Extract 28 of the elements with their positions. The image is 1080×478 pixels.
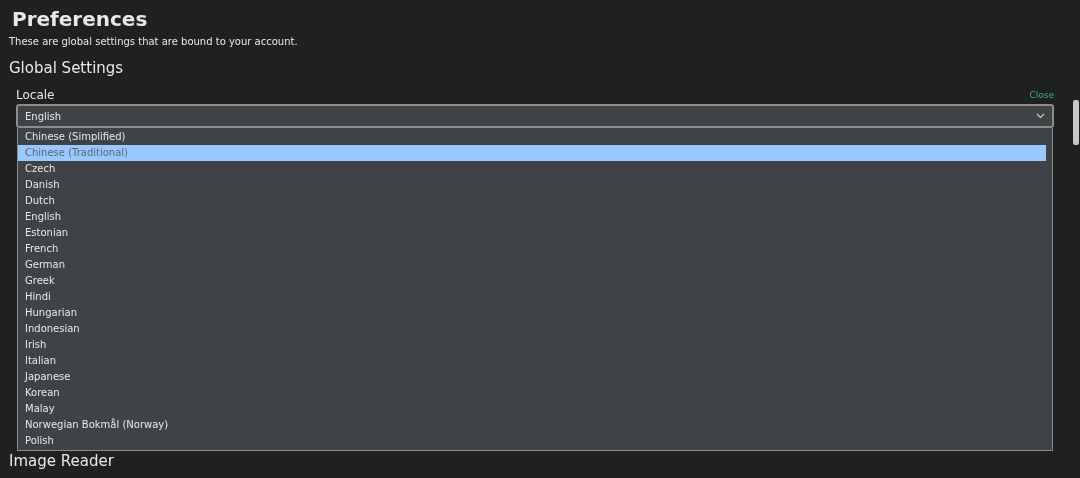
locale-option[interactable]: Malay — [18, 401, 1046, 417]
section-title: Global Settings — [9, 58, 125, 78]
locale-option[interactable]: Hindi — [18, 289, 1046, 305]
page-title: Preferences — [11, 6, 149, 33]
section-title: Image Reader — [9, 452, 115, 470]
locale-select[interactable]: English — [16, 104, 1054, 128]
locale-option[interactable]: Chinese (Simplified) — [18, 129, 1046, 145]
locale-option[interactable]: Danish — [18, 177, 1046, 193]
locale-option[interactable]: Italian — [18, 353, 1046, 369]
scrollbar-thumb[interactable] — [1073, 100, 1079, 145]
locale-option[interactable]: Greek — [18, 273, 1046, 289]
locale-option[interactable]: German — [18, 257, 1046, 273]
locale-option[interactable]: Czech — [18, 161, 1046, 177]
locale-option[interactable]: French — [18, 241, 1046, 257]
locale-option[interactable]: Japanese — [18, 369, 1046, 385]
locale-option[interactable]: Indonesian — [18, 321, 1046, 337]
close-link[interactable]: Close — [1029, 88, 1054, 102]
locale-option[interactable]: Polish — [18, 433, 1046, 449]
locale-option[interactable]: Korean — [18, 385, 1046, 401]
locale-option[interactable]: Norwegian Bokmål (Norway) — [18, 417, 1046, 433]
locale-option[interactable]: Chinese (Traditional) — [18, 145, 1046, 161]
locale-option[interactable]: Dutch — [18, 193, 1046, 209]
locale-option[interactable]: Estonian — [18, 225, 1046, 241]
locale-option[interactable]: Hungarian — [18, 305, 1046, 321]
locale-option[interactable]: English — [18, 209, 1046, 225]
locale-option[interactable]: Irish — [18, 337, 1046, 353]
locale-label: Locale — [16, 88, 55, 102]
page-subtitle: These are global settings that are bound to your account. — [9, 35, 299, 49]
